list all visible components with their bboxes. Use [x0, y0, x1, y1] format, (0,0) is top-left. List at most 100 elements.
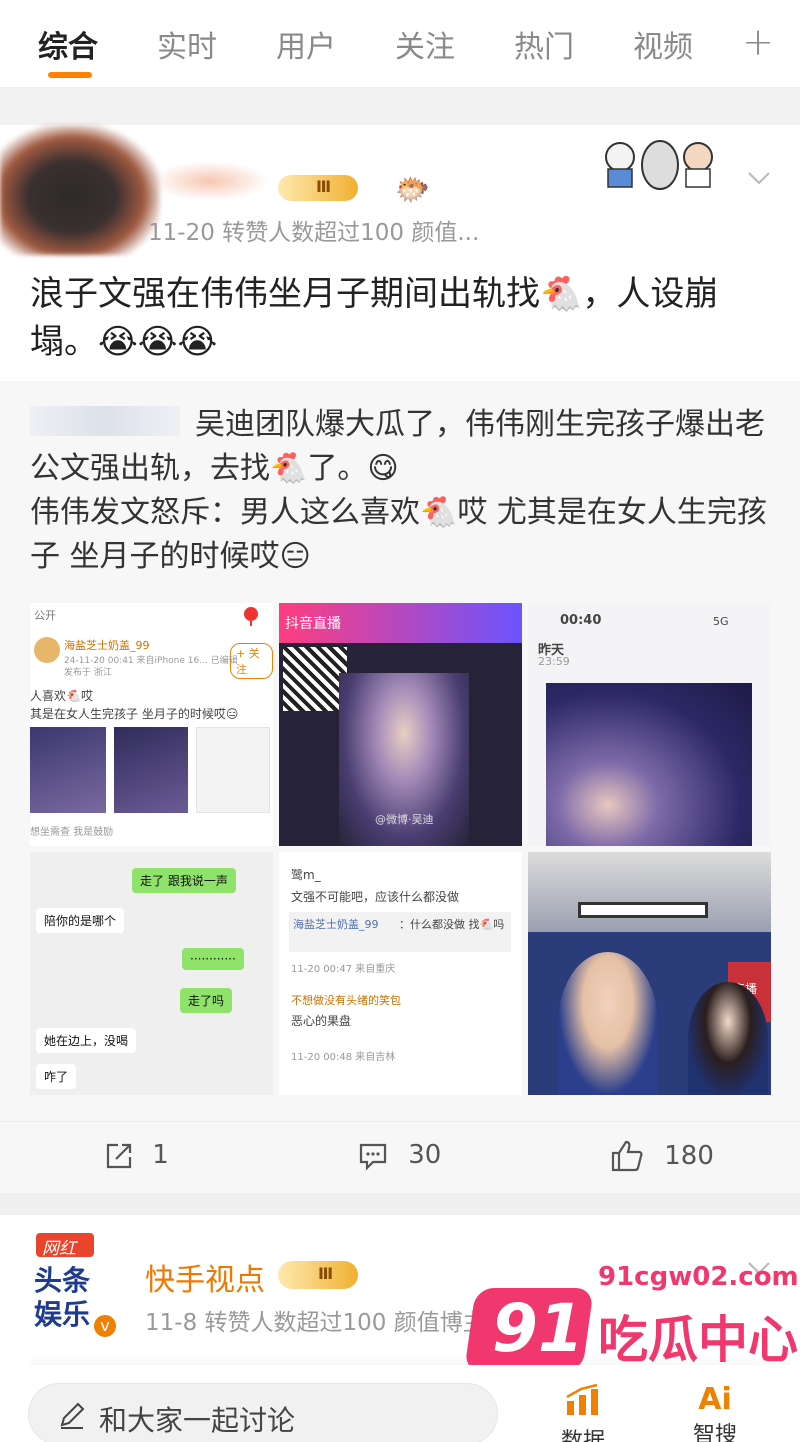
avatar[interactable]: 网红 头条 娱乐 v	[28, 1231, 120, 1339]
image-thumbnail-6[interactable]: 直播	[528, 852, 771, 1095]
chat-bubble: 她在边上，没喝	[36, 1028, 137, 1053]
chat-bubble: 走了吗	[180, 988, 233, 1013]
like-count: 180	[664, 1140, 714, 1171]
smart-search-button[interactable]: Ai 智搜	[680, 1383, 750, 1442]
c5-time2: 11-20 00:48 来自吉林	[291, 1052, 396, 1063]
vip-level: Ⅲ	[318, 1264, 334, 1283]
c3-sub: 23:59	[538, 655, 570, 668]
c1-line1: 人喜欢🐔哎	[30, 689, 93, 703]
sticker-decoration-icon	[605, 140, 713, 190]
tab-users[interactable]: 用户	[276, 22, 336, 66]
c3-signal: 5G	[713, 615, 729, 628]
ai-icon: Ai	[698, 1382, 732, 1417]
avatar[interactable]	[0, 125, 160, 255]
c5-reply-user: 海盐芝士奶盖_99	[293, 918, 379, 931]
tab-following[interactable]: 关注	[395, 22, 455, 66]
c5-user: 鹭m_	[291, 868, 321, 882]
tab-video[interactable]: 视频	[633, 22, 693, 66]
c1-user: 海盐芝士奶盖_99	[64, 639, 150, 652]
c5-user2: 不想做没有头绪的笑包	[291, 994, 401, 1007]
comment-placeholder: 和大家一起讨论	[99, 1404, 296, 1437]
comment-button[interactable]: 30	[358, 1140, 441, 1171]
reposted-content[interactable]: 吴迪团队爆大瓜了，伟伟刚生完孩子爆出老公文强出轨，去找🐔了。😋 伟伟发文怒斥：男…	[0, 381, 800, 1121]
pin-icon	[244, 607, 258, 626]
repost-text: 吴迪团队爆大瓜了，伟伟刚生完孩子爆出老公文强出轨，去找🐔了。😋 伟伟发文怒斥：男…	[30, 403, 775, 579]
image-thumbnail-5[interactable]: 鹭m_ 文强不可能吧，应该什么都没做 海盐芝士奶盖_99 ：什么都没做 找🐔吗 …	[279, 852, 522, 1095]
tab-realtime[interactable]: 实时	[157, 22, 217, 66]
chat-thumb	[196, 727, 270, 813]
repost-button[interactable]: 1	[104, 1140, 169, 1171]
vip-badge: Ⅲ	[278, 175, 358, 201]
site-watermark: 91cgw02.com 91 吃瓜中心	[464, 1262, 799, 1372]
image-grid: 公开 海盐芝士奶盖_99 + 关注 24-11-20 00:41 来自iPhon…	[30, 603, 772, 1095]
section-gap	[0, 88, 800, 125]
data-label: 数据	[560, 1429, 605, 1442]
comment-icon	[359, 1143, 387, 1171]
post-action-bar: 1 30 180	[0, 1121, 800, 1193]
c1-location: 发布于 浙江	[64, 668, 112, 678]
person-1	[558, 952, 658, 1095]
repost-text-line2: 伟伟发文怒斥：男人这么喜欢🐔哎 尤其是在女人生完孩子 坐月子的时候哎😑	[30, 495, 767, 574]
image-thumbnail-1[interactable]: 公开 海盐芝士奶盖_99 + 关注 24-11-20 00:41 来自iPhon…	[30, 603, 273, 846]
photo-thumb	[114, 727, 188, 813]
watermark-number: 91	[492, 1290, 584, 1367]
photo-thumb	[30, 727, 106, 813]
pufferfish-icon: 🐡	[395, 173, 430, 206]
verified-badge-icon: v	[92, 1313, 118, 1339]
light-fixture	[578, 902, 708, 918]
data-button[interactable]: 数据	[548, 1383, 618, 1442]
weibo-search-page: 综合 实时 用户 关注 热门 视频 + Ⅲ 🐡 11-20 转赞人数超过100 …	[0, 0, 800, 1442]
c5-line1: 文强不可能吧，应该什么都没做	[291, 890, 460, 904]
avatar-tag: 网红	[42, 1239, 76, 1259]
video-thumb	[546, 683, 752, 846]
c2-watermark: @微博·吴迪	[375, 813, 434, 826]
chat-bubble: 走了 跟我说一声	[132, 868, 236, 893]
post-text: 浪子文强在伟伟坐月子期间出轨找🐔，人设崩塌。😭😭😭	[30, 274, 719, 362]
tab-hot[interactable]: 热门	[514, 22, 574, 66]
c3-time: 00:40	[560, 613, 602, 628]
chat-bubble: 咋了	[36, 1064, 77, 1089]
bottom-comment-bar: 和大家一起讨论 数据 Ai 智搜	[0, 1365, 800, 1442]
qr-code	[283, 647, 347, 711]
post-meta: 11-20 转赞人数超过100 颜值...	[148, 220, 480, 246]
post-meta: 11-8 转赞人数超过100 颜值博主	[145, 1310, 486, 1336]
add-tab-icon[interactable]: +	[742, 20, 774, 64]
comment-input[interactable]: 和大家一起讨论	[28, 1383, 498, 1442]
vip-level: Ⅲ	[316, 177, 332, 196]
c1-footer: 想坐需查 我是鼓励	[30, 827, 114, 838]
c2-text: 抖音直播	[285, 616, 341, 632]
pencil-icon	[60, 1402, 85, 1429]
repost-count: 1	[152, 1140, 169, 1170]
chat-bubble: ············	[182, 948, 244, 970]
c5-time1: 11-20 00:47 来自重庆	[291, 964, 396, 975]
smart-search-label: 智搜	[692, 1423, 737, 1442]
vip-badge: Ⅲ	[278, 1261, 358, 1289]
ceiling	[528, 852, 771, 932]
watermark-title: 吃瓜中心	[598, 1311, 798, 1369]
repost-text-line1: 吴迪团队爆大瓜了，伟伟刚生完孩子爆出老公文强出轨，去找🐔了。😋	[30, 407, 765, 486]
like-button[interactable]: 180	[610, 1140, 714, 1172]
top-tab-bar: 综合 实时 用户 关注 热门 视频 +	[0, 0, 800, 88]
section-gap	[0, 1193, 800, 1215]
username-redacted	[150, 161, 270, 201]
c5-reply: ：什么都没做 找🐔吗	[399, 918, 505, 931]
share-icon	[106, 1143, 132, 1168]
comment-count: 30	[408, 1140, 442, 1170]
image-thumbnail-2[interactable]: 抖音直播 @微博·吴迪	[279, 603, 522, 846]
author-name[interactable]: 快手视点	[145, 1255, 265, 1299]
c5-line2: 恶心的果盘	[291, 1014, 352, 1028]
c1-line2: 其是在女人生完孩子 坐月子的时候哎😑	[30, 707, 239, 721]
avatar-text: 娱乐	[34, 1298, 91, 1331]
person-2	[688, 982, 768, 1095]
public-tag: 公开	[34, 609, 56, 622]
chevron-down-icon[interactable]	[746, 165, 772, 191]
thumbs-up-icon	[611, 1140, 643, 1172]
image-thumbnail-3[interactable]: 00:40 5G 昨天 23:59	[528, 603, 771, 846]
chat-bubble: 陪你的是哪个	[36, 908, 125, 933]
post-card[interactable]: Ⅲ 🐡 11-20 转赞人数超过100 颜值... 浪子文强在伟伟坐月子期间出轨…	[0, 125, 800, 381]
bar-chart-icon	[566, 1383, 598, 1415]
tab-comprehensive[interactable]: 综合	[38, 22, 98, 66]
avatar	[34, 637, 60, 663]
image-thumbnail-4[interactable]: 走了 跟我说一声 陪你的是哪个 ············ 走了吗 她在边上，没喝…	[30, 852, 273, 1095]
watermark-domain: 91cgw02.com	[598, 1262, 799, 1292]
